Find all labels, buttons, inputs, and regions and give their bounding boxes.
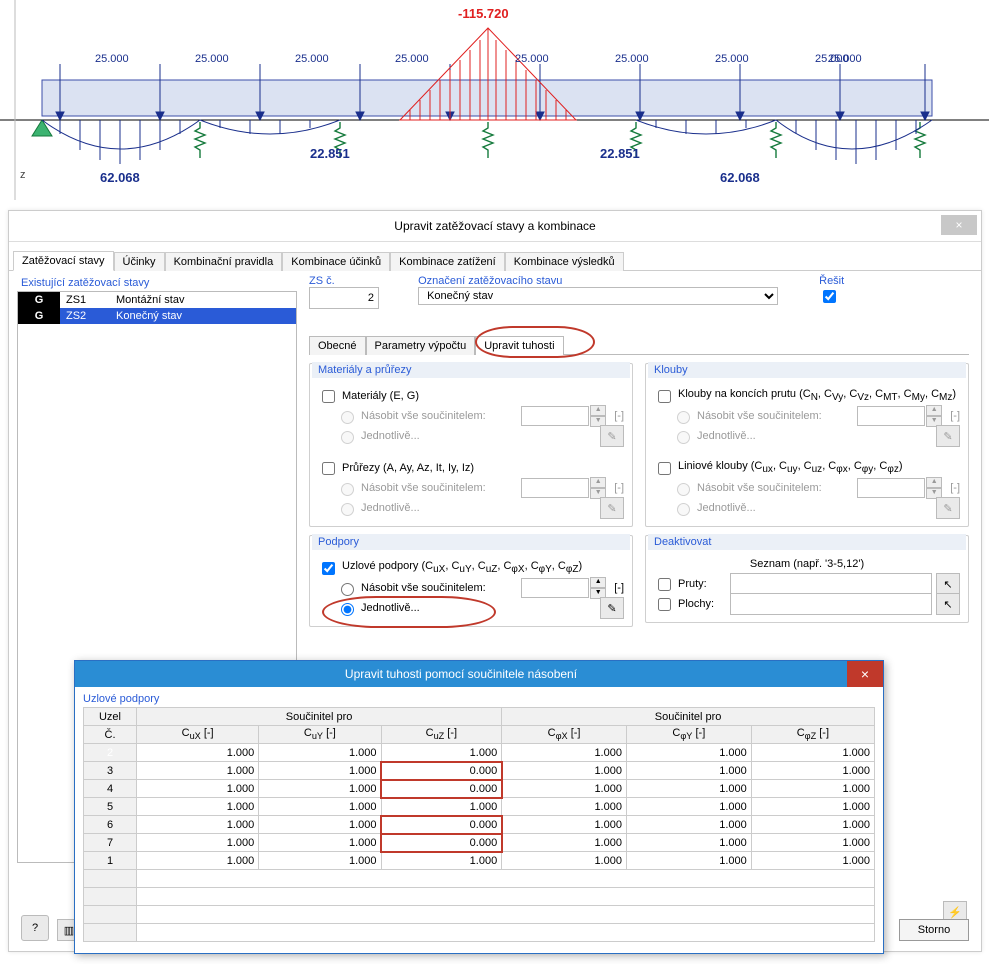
edit-individual-button[interactable]: ✎ — [600, 597, 624, 619]
table-row[interactable]: 41.0001.0000.0001.0001.0001.000 — [84, 780, 875, 798]
table-row[interactable]: 71.0001.0000.0001.0001.0001.000 — [84, 834, 875, 852]
spinner-up: ▲ — [590, 405, 606, 416]
sections-checkbox[interactable] — [322, 462, 335, 475]
sub-dialog-title: Upravit tuhosti pomocí součinitele násob… — [75, 667, 847, 681]
svg-text:25.000: 25.000 — [828, 53, 862, 65]
svg-text:25.000: 25.000 — [195, 53, 229, 65]
peak-moment-label: -115.720 — [458, 6, 509, 21]
deactivate-list-hint: Seznam (např. '3-5,12') — [654, 558, 960, 570]
solve-label: Řešit — [819, 275, 844, 287]
table-row[interactable]: 31.0001.0000.0001.0001.0001.000 — [84, 762, 875, 780]
tab-load-cases[interactable]: Zatěžovací stavy — [13, 251, 114, 271]
sub-table-header: Uzlové podpory — [83, 693, 875, 705]
subtab-general[interactable]: Obecné — [309, 336, 366, 355]
svg-text:25.000: 25.000 — [95, 53, 129, 65]
existing-list-header: Existující zatěžovací stavy — [17, 275, 297, 291]
edit-icon: ✎ — [936, 497, 960, 519]
spinner-up[interactable]: ▲ — [590, 577, 606, 588]
tab-actions[interactable]: Účinky — [114, 252, 165, 271]
load-case-row[interactable]: G ZS1 Montážní stav — [18, 292, 296, 308]
group-supports: Podpory Uzlové podpory (CuX, CuY, CuZ, C… — [309, 535, 633, 627]
lc-name-label: Označení zatěžovacího stavu — [418, 275, 562, 287]
tab-action-comb[interactable]: Kombinace účinků — [282, 252, 390, 271]
pick-icon[interactable]: ↖ — [936, 593, 960, 615]
svg-text:22.851: 22.851 — [600, 146, 640, 161]
svg-text:22.851: 22.851 — [310, 146, 350, 161]
edit-icon: ✎ — [936, 425, 960, 447]
svg-text:25.000: 25.000 — [615, 53, 649, 65]
support-mult-all-radio[interactable] — [341, 583, 354, 596]
zs-no-input[interactable] — [309, 287, 379, 309]
table-row[interactable]: 11.0001.0001.0001.0001.0001.000 — [84, 852, 875, 870]
edit-icon: ✎ — [600, 425, 624, 447]
subtab-calc-params[interactable]: Parametry výpočtu — [366, 336, 476, 355]
svg-text:25.000: 25.000 — [715, 53, 749, 65]
svg-text:25.000: 25.000 — [395, 53, 429, 65]
cancel-button[interactable]: Storno — [899, 919, 969, 941]
group-hinges: Klouby Klouby na koncích prutu (CN, CVy,… — [645, 363, 969, 527]
lhinge-mult-all-radio — [677, 483, 690, 496]
group-materials-sections: Materiály a průřezy Materiály (E, G) Nás… — [309, 363, 633, 527]
nodal-supports-checkbox[interactable] — [322, 562, 335, 575]
svg-text:62.068: 62.068 — [100, 170, 140, 185]
stiffness-factors-table[interactable]: Uzel Součinitel pro Součinitel pro Č. Cu… — [83, 707, 875, 942]
help-button[interactable]: ? — [21, 915, 49, 941]
deactivate-members-checkbox[interactable] — [658, 578, 671, 591]
table-row[interactable]: 61.0001.0000.0001.0001.0001.000 — [84, 816, 875, 834]
svg-text:z: z — [20, 169, 26, 181]
hinge-individual-radio — [677, 431, 690, 444]
modify-stiffness-factors-dialog: Upravit tuhosti pomocí součinitele násob… — [74, 660, 884, 954]
lc-name-select[interactable]: Konečný stav — [418, 287, 778, 305]
member-hinges-checkbox[interactable] — [658, 390, 671, 403]
table-row[interactable]: 51.0001.0001.0001.0001.0001.000 — [84, 798, 875, 816]
materials-checkbox[interactable] — [322, 390, 335, 403]
edit-icon: ✎ — [600, 497, 624, 519]
mat-mult-all-radio — [341, 411, 354, 424]
main-tabs: Zatěžovací stavy Účinky Kombinační pravi… — [9, 242, 981, 271]
sec-individual-radio — [341, 503, 354, 516]
table-row[interactable]: 21.0001.0001.0001.0001.0001.000 — [84, 744, 875, 762]
members-list-input[interactable] — [730, 573, 932, 595]
svg-text:25.000: 25.000 — [515, 53, 549, 65]
close-button[interactable]: × — [941, 215, 977, 235]
sub-close-button[interactable]: × — [847, 661, 883, 687]
pick-icon[interactable]: ↖ — [936, 573, 960, 595]
svg-text:62.068: 62.068 — [720, 170, 760, 185]
sec-mult-all-radio — [341, 483, 354, 496]
line-hinges-checkbox[interactable] — [658, 462, 671, 475]
zs-no-label: ZS č. — [309, 275, 335, 287]
tab-comb-rules[interactable]: Kombinační pravidla — [165, 252, 283, 271]
subtab-modify-stiffness[interactable]: Upravit tuhosti — [475, 336, 563, 355]
dialog-title: Upravit zatěžovací stavy a kombinace — [394, 219, 595, 233]
hinge-mult-all-radio — [677, 411, 690, 424]
sub-tabs: Obecné Parametry výpočtu Upravit tuhosti — [309, 335, 969, 355]
deactivate-surfaces-checkbox[interactable] — [658, 598, 671, 611]
tab-result-comb[interactable]: Kombinace výsledků — [505, 252, 624, 271]
beam-moment-diagram: 25.000 25.000 25.000 25.000 25.000 25.00… — [0, 0, 989, 200]
solve-checkbox[interactable] — [823, 290, 836, 303]
load-case-row[interactable]: G ZS2 Konečný stav — [18, 308, 296, 324]
svg-text:25.000: 25.000 — [295, 53, 329, 65]
surfaces-list-input[interactable] — [730, 593, 932, 615]
support-individual-radio[interactable] — [341, 603, 354, 616]
tab-load-comb[interactable]: Kombinace zatížení — [390, 252, 505, 271]
group-deactivate: Deaktivovat Seznam (např. '3-5,12') Prut… — [645, 535, 969, 623]
mat-individual-radio — [341, 431, 354, 444]
lhinge-individual-radio — [677, 503, 690, 516]
